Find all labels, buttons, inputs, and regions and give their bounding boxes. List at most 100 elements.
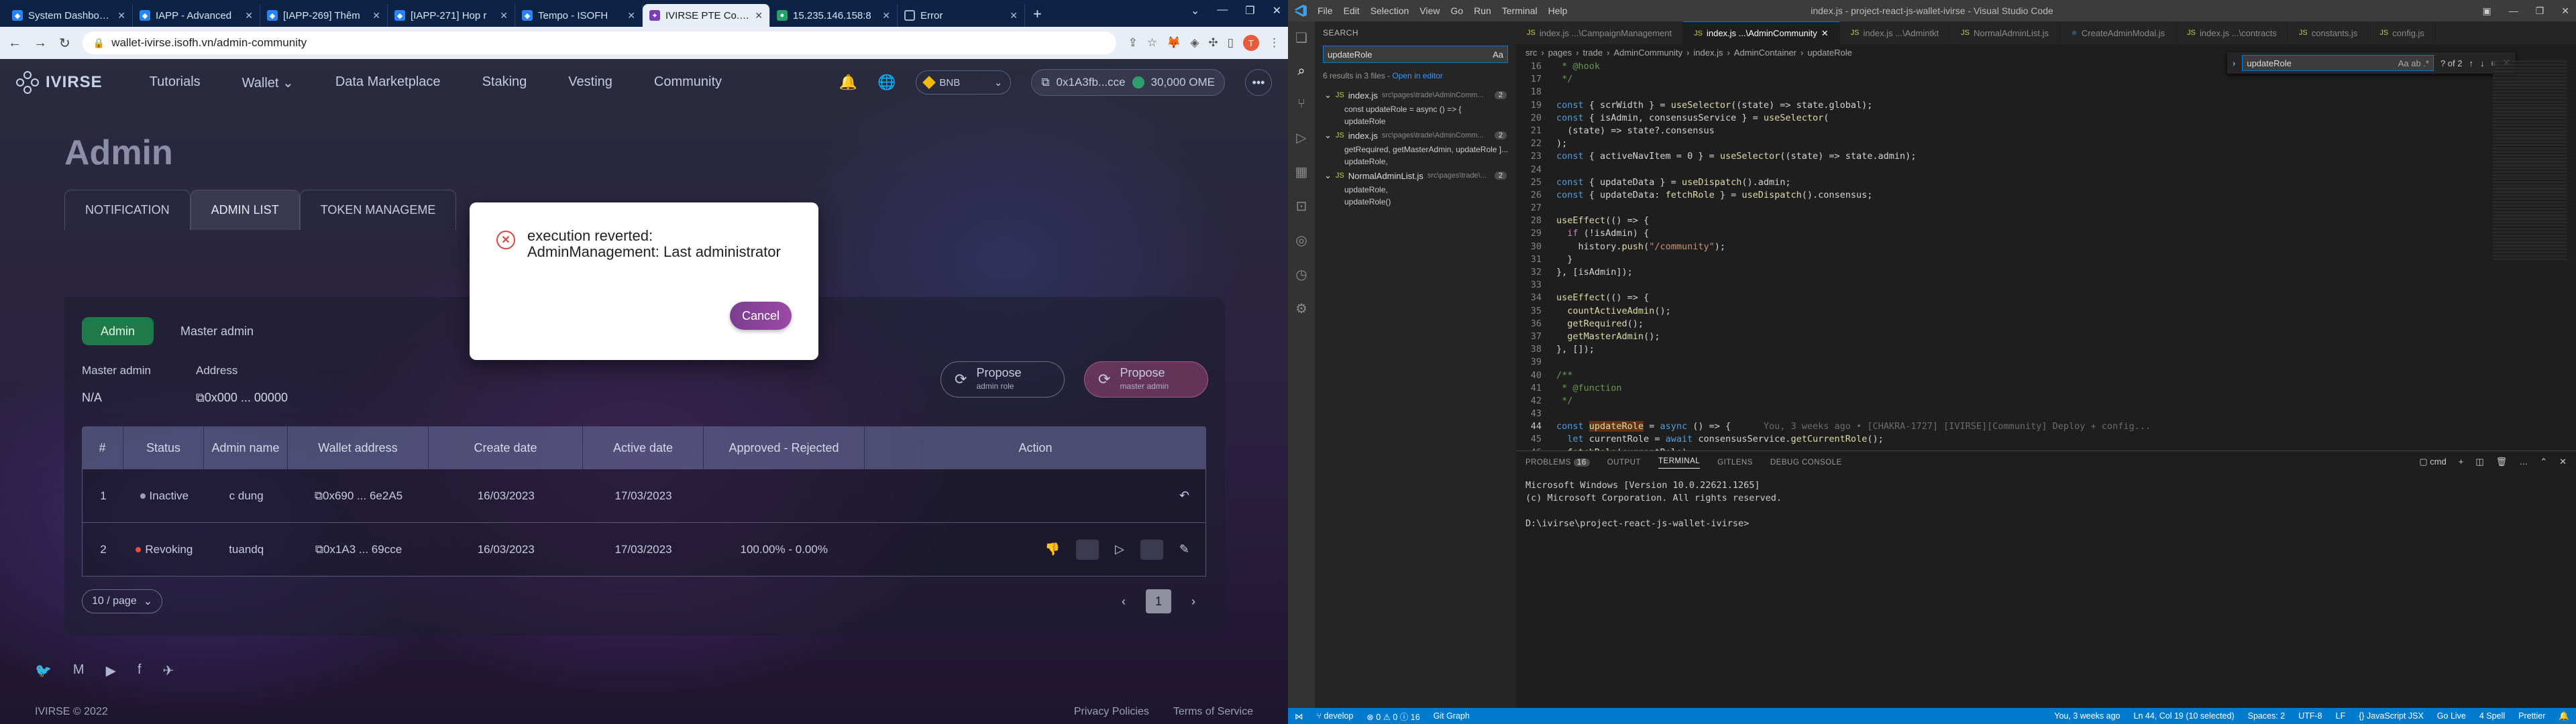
forward-icon[interactable]: → — [34, 36, 47, 51]
match-case-icon[interactable]: Aa — [1493, 50, 1503, 60]
medium-icon[interactable]: M — [73, 662, 85, 679]
close-icon[interactable]: ✕ — [117, 10, 125, 21]
extension-icon[interactable]: ◈ — [1190, 36, 1199, 50]
facebook-icon[interactable]: f — [138, 662, 142, 679]
chevron-right-icon[interactable]: › — [2233, 58, 2235, 68]
subtab-admin[interactable]: Admin — [82, 317, 154, 345]
remote-icon[interactable]: ⋈ — [1295, 711, 1303, 721]
code-line[interactable]: 28 useEffect(() => { — [1516, 215, 2482, 227]
maximize-icon[interactable]: ❐ — [1245, 4, 1254, 17]
code-line[interactable]: 39 — [1516, 356, 2482, 369]
propose-admin-role-button[interactable]: ⟳ Propose admin role — [941, 361, 1065, 398]
browser-tab[interactable]: ◆ IAPP - Advanced ✕ — [133, 4, 260, 27]
browser-tab-active[interactable]: ✦ IVIRSE PTE Co., LT ✕ — [643, 4, 770, 27]
close-icon[interactable]: ✕ — [1010, 10, 1018, 21]
tab-problems[interactable]: PROBLEMS 16 — [1525, 459, 1590, 467]
chevron-down-icon[interactable]: ⌄ — [1191, 4, 1199, 17]
code-line[interactable]: 37 getMasterAdmin(); — [1516, 330, 2482, 343]
gitlens-icon[interactable]: ◎ — [1295, 232, 1307, 249]
git-graph-status[interactable]: Git Graph — [1434, 711, 1470, 721]
propose-master-admin-button[interactable]: ⟳ Propose master admin — [1084, 361, 1208, 398]
minimize-icon[interactable]: — — [2509, 5, 2518, 17]
menu-file[interactable]: File — [1318, 5, 1333, 16]
thumbs-down-icon[interactable]: 👎 — [1045, 542, 1060, 556]
search-match[interactable]: updateRole, — [1315, 156, 1516, 168]
cursor-position[interactable]: Ln 44, Col 19 (10 selected) — [2134, 711, 2235, 721]
privacy-link[interactable]: Privacy Policies — [1074, 706, 1149, 718]
nav-wallet[interactable]: Wallet ⌄ — [242, 74, 294, 91]
code-line[interactable]: 35 countActiveAdmin(); — [1516, 305, 2482, 318]
menu-selection[interactable]: Selection — [1371, 5, 1409, 16]
ivirse-logo[interactable]: IVIRSE — [16, 71, 103, 94]
menu-help[interactable]: Help — [1548, 5, 1568, 16]
extensions-icon[interactable]: ▦ — [1295, 164, 1308, 180]
encoding[interactable]: UTF-8 — [2298, 711, 2322, 721]
edit-icon[interactable]: ✎ — [1179, 542, 1189, 556]
code-line[interactable]: 34 useEffect(() => { — [1516, 292, 2482, 304]
code-line[interactable]: 21 (state) => state?.consensus — [1516, 125, 2482, 137]
sidepanel-icon[interactable]: ▯ — [1228, 36, 1234, 50]
search-icon[interactable]: ⌕ — [1297, 64, 1305, 79]
code-line[interactable]: 22); — [1516, 137, 2482, 150]
star-icon[interactable]: ☆ — [1147, 36, 1157, 50]
tab-admin-list[interactable]: ADMIN LIST — [190, 190, 300, 230]
bell-icon[interactable]: 🔔 — [839, 74, 857, 91]
nav-community[interactable]: Community — [654, 74, 722, 91]
browser-tab[interactable]: ◆ Tempo - ISOFH ✕ — [515, 4, 643, 27]
prev-page-icon[interactable]: ‹ — [1122, 595, 1126, 609]
remote-icon[interactable]: ⊡ — [1296, 198, 1307, 215]
subtab-master-admin[interactable]: Master admin — [162, 317, 272, 345]
search-match[interactable]: updateRole — [1315, 115, 1516, 127]
back-icon[interactable]: ← — [8, 36, 21, 51]
code-line[interactable]: 42 */ — [1516, 395, 2482, 408]
editor-tab[interactable]: JS index.js ...\contracts — [2176, 21, 2288, 44]
nav-tutorials[interactable]: Tutorials — [150, 74, 201, 91]
browser-tab[interactable]: ◆ [IAPP-271] Hop r ✕ — [388, 4, 515, 27]
code-line[interactable]: 36 getRequired(); — [1516, 318, 2482, 330]
search-match[interactable]: updateRole, — [1315, 184, 1516, 196]
find-options-icon[interactable]: Aa ab .* — [2398, 58, 2429, 68]
play-icon[interactable]: ▷ — [1115, 542, 1124, 556]
browser-tab[interactable]: Error ✕ — [898, 4, 1025, 27]
code-area[interactable]: 16 * @hook 17 */18 19 const { scrWidth } = … — [1516, 60, 2482, 458]
close-icon[interactable]: ✕ — [372, 10, 380, 21]
wallet-info[interactable]: ⧉ 0x1A3fb...cce 30,000 OME — [1031, 69, 1225, 96]
find-input[interactable]: updateRole Aa ab .* — [2242, 55, 2434, 71]
page-number[interactable]: 1 — [1146, 589, 1171, 613]
code-line[interactable]: 38}, []); — [1516, 343, 2482, 356]
browser-tab[interactable]: ◆ [IAPP-269] Thêm ✕ — [260, 4, 388, 27]
code-line[interactable]: 18 — [1516, 86, 2482, 99]
timeline-icon[interactable]: ◷ — [1295, 266, 1307, 283]
tab-debug-console[interactable]: DEBUG CONSOLE — [1770, 459, 1842, 467]
language-mode[interactable]: {} JavaScript JSX — [2359, 711, 2424, 721]
network-select[interactable]: BNB ⌄ — [916, 70, 1012, 95]
search-match[interactable]: getRequired, getMasterAdmin, updateRole … — [1315, 143, 1516, 156]
close-icon[interactable]: ✕ — [1821, 28, 1829, 39]
editor-tab[interactable]: JS config.js — [2369, 21, 2436, 44]
open-in-editor-link[interactable]: Open in editor — [1392, 71, 1442, 80]
code-line[interactable]: 30 history.push("/community"); — [1516, 241, 2482, 253]
bell-icon[interactable]: 🔔 — [2559, 711, 2569, 721]
line-ending[interactable]: LF — [2336, 711, 2346, 721]
editor-tab-active[interactable]: JS index.js ...\AdminCommunity ✕ — [1683, 21, 1840, 44]
close-icon[interactable]: ✕ — [245, 10, 253, 21]
code-line[interactable]: 29 if (!isAdmin) { — [1516, 227, 2482, 240]
tab-gitlens[interactable]: GITLENS — [1717, 459, 1753, 467]
code-line[interactable]: 44 const updateRole = async () => { You, … — [1516, 420, 2482, 433]
close-icon[interactable]: ✕ — [882, 10, 890, 21]
profile-avatar[interactable]: T — [1243, 35, 1259, 51]
editor-tab[interactable]: JS index.js ...\CampaignManagement — [1516, 21, 1684, 44]
code-line[interactable]: 45 let currentRole = await consensusServ… — [1516, 433, 2482, 446]
telegram-icon[interactable]: ✈ — [163, 662, 174, 679]
search-input[interactable]: updateRole Aa — [1323, 46, 1508, 63]
spell-status[interactable]: 4 Spell — [2479, 711, 2505, 721]
blame-status[interactable]: You, 3 weeks ago — [2054, 711, 2120, 721]
menu-edit[interactable]: Edit — [1344, 5, 1360, 16]
share-icon[interactable]: ⇪ — [1128, 36, 1138, 50]
address-bar[interactable]: 🔒 wallet-ivirse.isofh.vn/admin-community — [82, 32, 1116, 54]
indentation[interactable]: Spaces: 2 — [2248, 711, 2286, 721]
close-icon[interactable]: ✕ — [2559, 457, 2567, 467]
nav-vesting[interactable]: Vesting — [568, 74, 612, 91]
terms-link[interactable]: Terms of Service — [1173, 706, 1253, 718]
cancel-button[interactable]: Cancel — [730, 302, 792, 330]
